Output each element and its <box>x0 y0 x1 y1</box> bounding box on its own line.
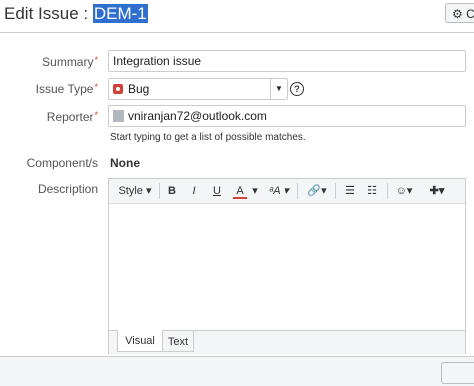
bold-button[interactable]: B <box>165 183 179 199</box>
bug-icon <box>113 84 123 94</box>
dialog-title: Edit Issue : DEM-1 <box>4 4 148 24</box>
style-dropdown[interactable]: Style ▾ <box>115 183 155 199</box>
issue-type-value: Bug <box>128 82 150 96</box>
summary-value: Integration issue <box>113 54 202 68</box>
components-value: None <box>110 156 140 170</box>
editor-mode-tabs: Visual Text <box>109 330 465 355</box>
editor-toolbar: Style ▾ B I U A ▾ ᵃA ▾ 🔗▾ ☰ ☷ ☺▾ ✚▾ <box>109 179 465 204</box>
style-label: Style <box>118 185 143 197</box>
summary-label-text: Summary <box>42 55 94 69</box>
caret-down-icon: ▾ <box>146 185 152 197</box>
components-label: Component/s <box>26 156 98 170</box>
insert-more-icon[interactable]: ✚▾ <box>425 183 449 199</box>
underline-button[interactable]: U <box>210 183 224 199</box>
configure-fields-button[interactable]: ⚙ C <box>445 3 474 23</box>
numbered-list-icon[interactable]: ☷ <box>365 183 379 199</box>
tab-text[interactable]: Text <box>162 330 194 352</box>
dialog-footer <box>0 356 474 386</box>
toolbar-divider <box>159 183 160 199</box>
avatar <box>113 110 124 122</box>
reporter-input[interactable]: vniranjan72@outlook.com <box>108 105 466 127</box>
link-icon[interactable]: 🔗▾ <box>305 183 329 199</box>
reporter-label: Reporter* <box>47 110 98 124</box>
text-color-button[interactable]: A <box>233 183 247 199</box>
gear-icon: ⚙ <box>452 7 463 21</box>
emoticon-icon[interactable]: ☺▾ <box>393 183 415 199</box>
caret-down-icon: ▾ <box>283 185 289 197</box>
issue-key: DEM-1 <box>92 4 148 23</box>
toolbar-divider <box>297 183 298 199</box>
toolbar-divider <box>335 183 336 199</box>
dialog-header: Edit Issue : DEM-1 ⚙ C <box>0 0 474 33</box>
required-marker: * <box>94 110 98 120</box>
tab-visual[interactable]: Visual <box>117 330 163 352</box>
issue-type-label-text: Issue Type <box>35 82 94 96</box>
description-label: Description <box>37 182 98 196</box>
reporter-label-text: Reporter <box>46 110 94 124</box>
more-formatting-button[interactable]: ᵃA ▾ <box>267 183 291 199</box>
configure-label: C <box>466 7 474 21</box>
help-icon[interactable]: ? <box>290 82 304 96</box>
required-marker: * <box>94 55 98 65</box>
description-editor[interactable]: Style ▾ B I U A ▾ ᵃA ▾ 🔗▾ ☰ ☷ ☺▾ ✚▾ Visu… <box>108 178 466 355</box>
summary-input[interactable]: Integration issue <box>108 50 466 72</box>
italic-button[interactable]: I <box>187 183 201 199</box>
issue-type-label: Issue Type* <box>36 82 98 96</box>
reporter-value: vniranjan72@outlook.com <box>128 109 267 123</box>
issue-type-select[interactable]: Bug ▼ <box>108 78 288 100</box>
required-marker: * <box>94 82 98 92</box>
chevron-down-icon[interactable]: ▼ <box>270 79 287 99</box>
reporter-hint: Start typing to get a list of possible m… <box>110 132 306 143</box>
summary-label: Summary* <box>42 55 98 69</box>
toolbar-divider <box>387 183 388 199</box>
footer-button[interactable] <box>441 362 474 384</box>
caret-down-icon[interactable]: ▾ <box>251 183 259 199</box>
more-format-label: ᵃA <box>269 185 281 197</box>
bullet-list-icon[interactable]: ☰ <box>343 183 357 199</box>
title-prefix: Edit Issue : <box>4 4 93 23</box>
